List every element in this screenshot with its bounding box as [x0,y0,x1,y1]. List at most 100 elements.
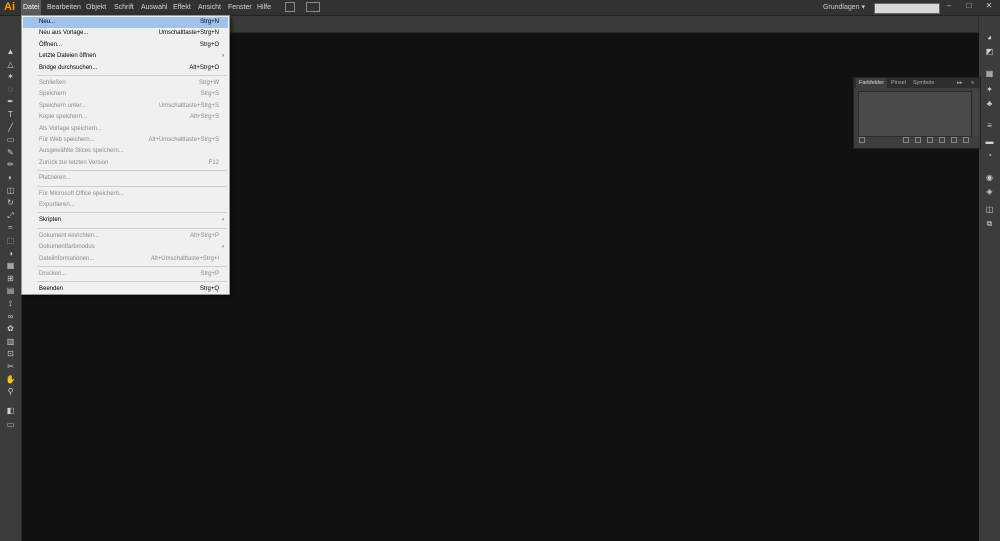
menu-separator [37,266,227,267]
brushes-icon[interactable]: ✦ [984,84,995,95]
menu-item-zurück-zur-letzten-version[interactable]: Zurück zur letzten Version F12 [23,158,228,169]
color-guide-icon[interactable]: ◩ [984,46,995,57]
menu-item-schließen[interactable]: Schließen Strg+W [23,78,228,89]
color-group-icon[interactable] [927,137,933,143]
color-panel-icon[interactable]: ◕ [984,32,995,43]
menu-item-beenden[interactable]: Beenden Strg+Q [23,284,228,295]
fill-stroke-icon[interactable]: ◧ [5,405,16,416]
show-kinds-icon[interactable] [903,137,909,143]
menu-schrift[interactable]: Schrift [112,0,136,15]
menu-ansicht[interactable]: Ansicht [196,0,223,15]
menu-effekt[interactable]: Effekt [171,0,193,15]
scrollbar[interactable] [973,91,978,135]
menu-item-label: Exportieren... [39,202,75,208]
magic-wand-tool-icon[interactable]: ✶ [5,71,16,82]
collapse-icon[interactable]: ▸▸ [954,78,966,88]
menu-item-drucken[interactable]: Drucken... Strg+P [23,269,228,280]
tools-panel: ▲ △ ✶ ◌ ✒ T ╱ ▭ ✎ ✏ ◐ ◫ ↻ ⤢ ≈ ⬚ ◑ ▦ ⊞ ▤ ⟟ ∞ ✿ ▥ ⊡ ✂ ✋ ⚲ ◧ ▭ [0,16,22,541]
gradient-tool-icon[interactable]: ▤ [5,285,16,296]
menu-item-dateiinformationen[interactable]: Dateiinformationen... Alt+Umschalttaste+S… [23,254,228,265]
blob-brush-tool-icon[interactable]: ◐ [5,172,16,183]
swatches-list[interactable] [858,91,972,137]
close-button[interactable]: ✕ [980,0,998,12]
menu-datei[interactable]: Datei [21,0,42,15]
menu-item-für-microsoft-office-speichern[interactable]: Für Microsoft Office speichern... [23,189,228,200]
menu-item-bridge-durchsuchen[interactable]: Bridge durchsuchen... Alt+Strg+O [23,63,228,74]
mesh-tool-icon[interactable]: ⊞ [5,273,16,284]
artboards-icon[interactable]: ⧉ [984,218,995,229]
panel-menu-icon[interactable]: ≡ [968,78,977,88]
menu-item-ausgewählte-slices-speichern[interactable]: Ausgewählte Slices speichern... [23,146,228,157]
menu-item-label: Neu... [39,19,56,25]
menu-item-exportieren[interactable]: Exportieren... [23,200,228,211]
type-tool-icon[interactable]: T [5,109,16,120]
symbols-icon[interactable]: ♣ [984,98,995,109]
line-tool-icon[interactable]: ╱ [5,122,16,133]
free-transform-tool-icon[interactable]: ⬚ [5,235,16,246]
swatches-icon[interactable]: ▦ [984,68,995,79]
blend-tool-icon[interactable]: ∞ [5,311,16,322]
menu-item-platzieren[interactable]: Platzieren... [23,173,228,184]
menu-item-kopie-speichern[interactable]: Kopie speichern... Alt+Strg+S [23,112,228,123]
stroke-icon[interactable]: ≡ [984,120,995,131]
menu-item-für-web-speichern[interactable]: Für Web speichern... Alt+Umschalttaste+St… [23,135,228,146]
menu-separator [37,227,227,229]
zoom-tool-icon[interactable]: ⚲ [5,386,16,397]
delete-swatch-icon[interactable] [963,137,969,143]
menu-item-dokumentfarbmodus[interactable]: Dokumentfarbmodus › [23,242,228,253]
column-graph-tool-icon[interactable]: ▥ [5,336,16,347]
swatch-libraries-icon[interactable] [859,137,865,143]
layers-icon[interactable]: ◫ [984,204,995,215]
selection-tool-icon[interactable]: ▲ [5,46,16,57]
minimize-button[interactable]: – [940,0,958,12]
menu-hilfe[interactable]: Hilfe [255,0,273,15]
menu-auswahl[interactable]: Auswahl [139,0,169,15]
gradient-icon[interactable]: ▬ [984,136,995,147]
rotate-tool-icon[interactable]: ↻ [5,197,16,208]
menu-item-skripten[interactable]: Skripten › [23,215,228,226]
menu-fenster[interactable]: Fenster [226,0,254,15]
transparency-icon[interactable]: ◔ [984,150,995,161]
new-group-icon[interactable] [939,137,945,143]
menu-item-dokument-einrichten[interactable]: Dokument einrichten... Alt+Strg+P [23,231,228,242]
menu-objekt[interactable]: Objekt [84,0,108,15]
hand-tool-icon[interactable]: ✋ [5,374,16,385]
slice-tool-icon[interactable]: ✂ [5,361,16,372]
perspective-grid-tool-icon[interactable]: ▦ [5,260,16,271]
maximize-button[interactable]: □ [960,0,978,12]
paintbrush-tool-icon[interactable]: ✎ [5,147,16,158]
menu-item-letzte-dateien-öffnen[interactable]: Letzte Dateien öffnen › [23,51,228,62]
menu-item-speichern[interactable]: Speichern Strg+S [23,89,228,100]
tab-symbols[interactable]: Symbole [910,78,937,88]
menu-item-label: Platzieren... [39,175,71,182]
eyedropper-tool-icon[interactable]: ⟟ [5,298,16,309]
tab-brushes[interactable]: Pinsel [888,78,909,88]
pencil-tool-icon[interactable]: ✏ [5,159,16,170]
menu-item-neu-aus-vorlage[interactable]: Neu aus Vorlage... Umschalttaste+Strg+N [23,28,228,39]
graphic-styles-icon[interactable]: ◈ [984,186,995,197]
menu-item-neu[interactable]: Neu... Strg+N [23,17,228,28]
shape-builder-tool-icon[interactable]: ◑ [5,248,16,259]
lasso-tool-icon[interactable]: ◌ [5,84,16,95]
scale-tool-icon[interactable]: ⤢ [5,210,16,221]
workspace-switcher[interactable]: Grundlagen ▾ [823,0,865,15]
new-swatch-icon[interactable] [951,137,957,143]
tab-swatches[interactable]: Farbfelder [856,78,888,88]
direct-selection-tool-icon[interactable]: △ [5,59,16,70]
symbol-sprayer-tool-icon[interactable]: ✿ [5,323,16,334]
swatch-options-icon[interactable] [915,137,921,143]
menu-bearbeiten[interactable]: Bearbeiten [45,0,83,15]
menu-item-als-vorlage-speichern[interactable]: Als Vorlage speichern... [23,124,228,135]
search-input[interactable] [874,3,940,14]
width-tool-icon[interactable]: ≈ [5,222,16,233]
appearance-icon[interactable]: ◉ [984,172,995,183]
screen-mode-icon[interactable]: ▭ [5,419,16,430]
eraser-tool-icon[interactable]: ◫ [5,185,16,196]
artboard-tool-icon[interactable]: ⊡ [5,348,16,359]
arrange-documents-icon[interactable] [306,2,320,12]
pen-tool-icon[interactable]: ✒ [5,96,16,107]
menu-item-öffnen[interactable]: Öffnen... Strg+O [23,40,228,51]
rectangle-tool-icon[interactable]: ▭ [5,134,16,145]
menu-item-speichern-unter[interactable]: Speichern unter... Umschalttaste+Strg+S [23,101,228,112]
bridge-icon[interactable] [285,2,295,12]
